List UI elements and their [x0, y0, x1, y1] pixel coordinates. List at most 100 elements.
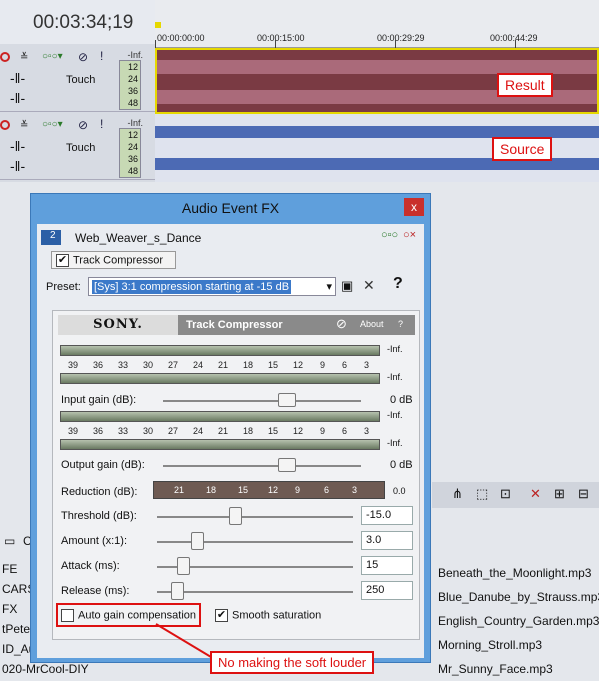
- save-icon[interactable]: ▣: [341, 278, 353, 294]
- plugin-enable-checkbox[interactable]: ✔: [56, 254, 69, 267]
- trim-icon[interactable]: ⊞: [554, 486, 565, 502]
- input-gain-thumb[interactable]: [278, 393, 296, 407]
- inf-label: -Inf.: [387, 372, 403, 382]
- explorer-item[interactable]: 020-MrCool-DIY: [2, 662, 89, 676]
- threshold-track[interactable]: [157, 516, 353, 518]
- pan-icon[interactable]: -‖-: [10, 90, 25, 106]
- smooth-saturation-checkbox[interactable]: ✔ Smooth saturation: [215, 609, 321, 622]
- attack-thumb[interactable]: [177, 557, 190, 575]
- delete-preset-icon[interactable]: ✕: [363, 277, 375, 294]
- explorer-item[interactable]: FE: [2, 562, 17, 576]
- help-button[interactable]: ?: [393, 275, 403, 293]
- remove-fx-icon[interactable]: ○×: [403, 229, 416, 241]
- release-thumb[interactable]: [171, 582, 184, 600]
- fx-icon[interactable]: ○▫○▾: [42, 51, 63, 62]
- release-track[interactable]: [157, 591, 353, 593]
- track-meter: 12 24 36 48: [119, 128, 141, 178]
- output-gain-label: Output gain (dB):: [61, 459, 145, 471]
- preset-label: Preset:: [46, 281, 81, 293]
- fx-icon[interactable]: ○▫○▾: [42, 119, 63, 130]
- about-link[interactable]: About: [360, 319, 384, 329]
- dialog-body: 2 Web_Weaver_s_Dance ○▫○ ○× ✔ Track Compr…: [37, 224, 424, 658]
- file-item[interactable]: English_Country_Garden.mp3: [438, 614, 599, 628]
- input-gain-value: 0 dB: [390, 394, 413, 406]
- audio-event-fx-dialog: Audio Event FX x 2 Web_Weaver_s_Dance ○▫…: [30, 193, 431, 663]
- slider-icon[interactable]: -‖-: [10, 70, 25, 86]
- ruler-label: 00:00:15:00: [257, 33, 305, 43]
- smooth-saturation-label: Smooth saturation: [232, 609, 322, 622]
- input-gain-track[interactable]: [163, 400, 361, 402]
- split-icon[interactable]: ⊟: [578, 486, 589, 502]
- reduction-meter: 21 18 15 12 9 6 3: [153, 481, 385, 499]
- inf-label: -Inf.: [387, 344, 403, 354]
- amount-track[interactable]: [157, 541, 353, 543]
- time-ruler[interactable]: 00:00:00:00 00:00:15:00 00:00:29:29 00:0…: [155, 0, 599, 48]
- record-icon[interactable]: [0, 120, 10, 130]
- threshold-label: Threshold (dB):: [61, 510, 137, 522]
- track-headers: ≚ ○▫○▾ ⊘ ! -Inf. Touch -‖- -‖- 12 24 36 48 …: [0, 44, 155, 182]
- plugin-name: Track Compressor: [186, 319, 283, 331]
- solo-icon[interactable]: ⊘: [78, 118, 88, 132]
- record-icon[interactable]: [0, 52, 10, 62]
- release-label: Release (ms):: [61, 585, 130, 597]
- inf-label: -Inf.: [387, 410, 403, 420]
- note-callout: No making the soft louder: [210, 651, 375, 674]
- track-header-2[interactable]: ≚ ○▫○▾ ⊘ ! -Inf. Touch -‖- -‖- 12 24 36 48: [0, 112, 155, 180]
- track-level: -Inf.: [127, 118, 143, 128]
- input-meter-r: [60, 373, 380, 384]
- output-meter-l: [60, 411, 380, 422]
- explorer-icon: ▭: [4, 534, 16, 548]
- attack-label: Attack (ms):: [61, 560, 120, 572]
- attack-input[interactable]: 15: [361, 556, 413, 575]
- file-item[interactable]: Mr_Sunny_Face.mp3: [438, 662, 553, 676]
- track-header-1[interactable]: ≚ ○▫○▾ ⊘ ! -Inf. Touch -‖- -‖- 12 24 36 48: [0, 44, 155, 112]
- solo-exclaim-icon[interactable]: !: [100, 117, 103, 131]
- amount-input[interactable]: 3.0: [361, 531, 413, 550]
- release-input[interactable]: 250: [361, 581, 413, 600]
- delete-icon[interactable]: ✕: [530, 486, 541, 502]
- event-name: Web_Weaver_s_Dance: [75, 231, 202, 245]
- node-icon[interactable]: ⋔: [452, 486, 463, 502]
- ruler-label: 00:00:29:29: [377, 33, 425, 43]
- preset-dropdown[interactable]: [Sys] 3:1 compression starting at -15 dB…: [88, 277, 336, 296]
- about-help[interactable]: ?: [398, 319, 403, 329]
- bypass-icon[interactable]: ⊘: [336, 316, 347, 332]
- threshold-input[interactable]: -15.0: [361, 506, 413, 525]
- zoom-icon[interactable]: ⊡: [500, 486, 511, 502]
- mute-icon[interactable]: ≚: [20, 52, 28, 63]
- select-icon[interactable]: ⬚: [476, 486, 488, 502]
- slider-icon[interactable]: -‖-: [10, 138, 25, 154]
- ruler-label: 00:00:00:00: [157, 33, 205, 43]
- source-callout: Source: [492, 137, 553, 161]
- threshold-thumb[interactable]: [229, 507, 242, 525]
- output-meter-r: [60, 439, 380, 450]
- chevron-down-icon[interactable]: ▾: [326, 280, 332, 293]
- preset-value: [Sys] 3:1 compression starting at -15 dB: [92, 280, 292, 294]
- solo-exclaim-icon[interactable]: !: [100, 49, 103, 63]
- close-button[interactable]: x: [404, 198, 424, 216]
- marker-icon: [155, 22, 161, 28]
- compressor-panel: SONY. Track Compressor ⊘ About ? -Inf. 3…: [52, 310, 420, 640]
- fx-chain-icon[interactable]: ○▫○: [381, 229, 398, 241]
- file-item[interactable]: Morning_Stroll.mp3: [438, 638, 542, 652]
- automation-mode[interactable]: Touch: [66, 74, 95, 86]
- track-meter: 12 24 36 48: [119, 60, 141, 110]
- tab-track-compressor[interactable]: ✔ Track Compressor: [51, 251, 176, 269]
- track-level: -Inf.: [127, 50, 143, 60]
- file-item[interactable]: Blue_Danube_by_Strauss.mp3: [438, 590, 599, 604]
- explorer-item[interactable]: FX: [2, 602, 17, 616]
- amount-thumb[interactable]: [191, 532, 204, 550]
- ruler-label: 00:00:44:29: [490, 33, 538, 43]
- mute-icon[interactable]: ≚: [20, 120, 28, 131]
- file-item[interactable]: Beneath_the_Moonlight.mp3: [438, 566, 591, 580]
- result-callout: Result: [497, 73, 553, 97]
- pan-icon[interactable]: -‖-: [10, 158, 25, 174]
- amount-label: Amount (x:1):: [61, 535, 128, 547]
- dialog-title: Audio Event FX: [181, 200, 280, 216]
- solo-icon[interactable]: ⊘: [78, 50, 88, 64]
- output-gain-value: 0 dB: [390, 459, 413, 471]
- output-gain-track[interactable]: [163, 465, 361, 467]
- output-gain-thumb[interactable]: [278, 458, 296, 472]
- automation-mode[interactable]: Touch: [66, 142, 95, 154]
- reduction-label: Reduction (dB):: [61, 486, 138, 498]
